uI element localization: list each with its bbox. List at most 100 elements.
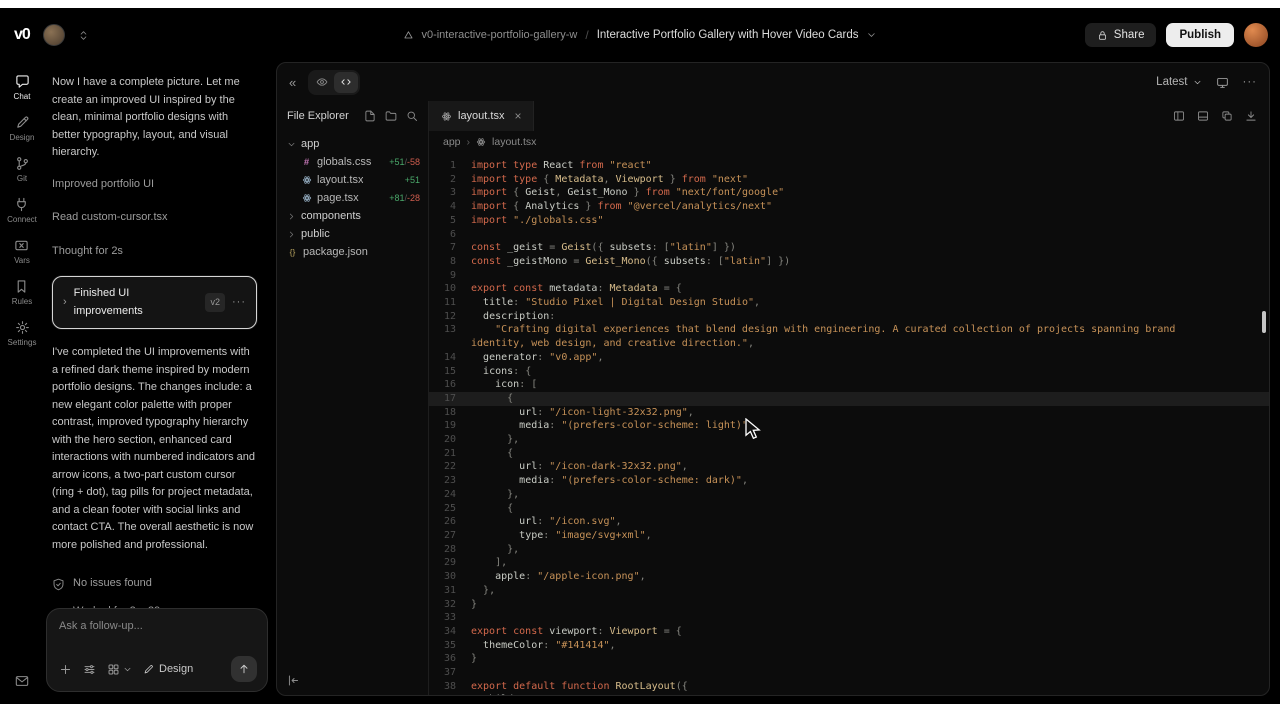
share-button[interactable]: Share: [1085, 23, 1157, 47]
chat-step[interactable]: Thought for 2s: [52, 243, 257, 261]
code-line[interactable]: 2import type { Metadata, Viewport } from…: [429, 173, 1269, 187]
code-line[interactable]: 8const _geistMono = Geist_Mono({ subsets…: [429, 255, 1269, 269]
send-button[interactable]: [231, 656, 257, 682]
code-line[interactable]: 18 url: "/icon-light-32x32.png",: [429, 406, 1269, 420]
code-line[interactable]: 11 title: "Studio Pixel | Digital Design…: [429, 296, 1269, 310]
chat-step[interactable]: Read custom-cursor.tsx: [52, 209, 257, 227]
new-folder-button[interactable]: [385, 110, 397, 122]
file-tree-item-page-tsx[interactable]: page.tsx+81/-28: [277, 189, 428, 207]
code-line[interactable]: 13 "Crafting digital experiences that bl…: [429, 323, 1269, 350]
chat-step[interactable]: Improved portfolio UI: [52, 176, 257, 194]
sidebar-item-vars[interactable]: Vars: [14, 238, 30, 265]
code-line[interactable]: 38export default function RootLayout({: [429, 680, 1269, 694]
code-line[interactable]: 36}: [429, 652, 1269, 666]
panel-layout-icon[interactable]: [1197, 110, 1209, 122]
code-line[interactable]: 37: [429, 666, 1269, 680]
code-line[interactable]: 15 icons: {: [429, 365, 1269, 379]
design-label: Design: [159, 663, 193, 675]
version-select[interactable]: Latest: [1156, 76, 1201, 88]
code-line[interactable]: 16 icon: [: [429, 378, 1269, 392]
download-button[interactable]: [1245, 110, 1257, 122]
file-tree-item-components[interactable]: components: [277, 207, 428, 225]
file-tree-item-app[interactable]: app: [277, 135, 428, 153]
task-card[interactable]: › Finished UI improvements v2 ···: [52, 276, 257, 329]
breadcrumb-app[interactable]: app: [443, 136, 461, 148]
code-line[interactable]: 25 {: [429, 502, 1269, 516]
sidebar-item-rules[interactable]: Rules: [12, 279, 32, 306]
preview-view-button[interactable]: [310, 72, 334, 93]
sidebar-item-label: Design: [10, 133, 35, 142]
code-line[interactable]: 39 children,: [429, 693, 1269, 695]
publish-button[interactable]: Publish: [1166, 23, 1234, 47]
code-line[interactable]: 3import { Geist, Geist_Mono } from "next…: [429, 186, 1269, 200]
code-line[interactable]: 19 media: "(prefers-color-scheme: light)…: [429, 419, 1269, 433]
code-line[interactable]: 14 generator: "v0.app",: [429, 351, 1269, 365]
code-line[interactable]: 22 url: "/icon-dark-32x32.png",: [429, 460, 1269, 474]
code-line[interactable]: 5import "./globals.css": [429, 214, 1269, 228]
project-name[interactable]: v0-interactive-portfolio-gallery-w: [421, 29, 577, 41]
breadcrumb-file[interactable]: layout.tsx: [492, 136, 536, 148]
task-card-more-button[interactable]: ···: [232, 294, 246, 312]
code-line[interactable]: 33: [429, 611, 1269, 625]
code-line[interactable]: 35 themeColor: "#141414",: [429, 639, 1269, 653]
copy-code-button[interactable]: [1221, 110, 1233, 122]
file-tree-item-package-json[interactable]: {}package.json: [277, 243, 428, 261]
code-editor[interactable]: 1import type React from "react"2import t…: [429, 153, 1269, 695]
search-files-button[interactable]: [406, 110, 418, 122]
file-tree-item-public[interactable]: public: [277, 225, 428, 243]
composer-settings-button[interactable]: [83, 663, 96, 676]
attach-button[interactable]: [59, 663, 72, 676]
editor-more-button[interactable]: ···: [1243, 76, 1258, 88]
feedback-mail-icon[interactable]: [0, 674, 44, 688]
tab-layout-tsx[interactable]: layout.tsx ×: [429, 101, 534, 131]
code-line[interactable]: 26 url: "/icon.svg",: [429, 515, 1269, 529]
code-line[interactable]: 1import type React from "react": [429, 159, 1269, 173]
code-line[interactable]: 28 },: [429, 543, 1269, 557]
code-line[interactable]: 6: [429, 228, 1269, 242]
code-line[interactable]: 31 },: [429, 584, 1269, 598]
sidebar-item-git[interactable]: Git: [15, 156, 30, 183]
v0-logo[interactable]: v0: [14, 26, 30, 44]
page-title[interactable]: Interactive Portfolio Gallery with Hover…: [597, 29, 859, 41]
chevrons-updown-icon[interactable]: [78, 30, 89, 41]
scrollbar-thumb[interactable]: [1262, 311, 1266, 333]
code-line[interactable]: 9: [429, 269, 1269, 283]
code-line[interactable]: 34export const viewport: Viewport = {: [429, 625, 1269, 639]
file-tree-item-globals-css[interactable]: #globals.css+51/-58: [277, 153, 428, 171]
code-line[interactable]: 32}: [429, 598, 1269, 612]
chevron-down-icon[interactable]: [867, 30, 877, 40]
split-panel-icon[interactable]: [1173, 110, 1185, 122]
collapse-chat-button[interactable]: «: [289, 75, 296, 90]
code-line[interactable]: 20 },: [429, 433, 1269, 447]
file-tree-item-layout-tsx[interactable]: layout.tsx+51: [277, 171, 428, 189]
code-view-button[interactable]: [334, 72, 358, 93]
collapse-explorer-button[interactable]: [287, 674, 300, 687]
design-mode-button[interactable]: Design: [143, 663, 193, 675]
workspace-avatar[interactable]: [43, 24, 65, 46]
close-tab-button[interactable]: ×: [514, 109, 521, 123]
sidebar-item-design[interactable]: Design: [10, 115, 35, 142]
line-number: 28: [429, 543, 471, 557]
code-line[interactable]: 4import { Analytics } from "@vercel/anal…: [429, 200, 1269, 214]
status-row[interactable]: No issues found: [52, 570, 257, 598]
new-file-button[interactable]: [364, 110, 376, 122]
code-line[interactable]: 30 apple: "/apple-icon.png",: [429, 570, 1269, 584]
code-line[interactable]: 29 ],: [429, 556, 1269, 570]
sidebar-item-chat[interactable]: Chat: [14, 74, 31, 101]
composer[interactable]: Ask a follow-up... Design: [46, 608, 268, 692]
device-preview-button[interactable]: [1216, 76, 1229, 89]
line-number: 20: [429, 433, 471, 447]
code-line[interactable]: 21 {: [429, 447, 1269, 461]
sidebar-item-settings[interactable]: Settings: [8, 320, 37, 347]
user-avatar[interactable]: [1244, 23, 1268, 47]
code-line[interactable]: 12 description:: [429, 310, 1269, 324]
code-line[interactable]: 7const _geist = Geist({ subsets: ["latin…: [429, 241, 1269, 255]
code-line[interactable]: 24 },: [429, 488, 1269, 502]
code-line[interactable]: 27 type: "image/svg+xml",: [429, 529, 1269, 543]
followup-input[interactable]: Ask a follow-up...: [59, 620, 257, 632]
code-line[interactable]: 17 {: [429, 392, 1269, 406]
code-line[interactable]: 10export const metadata: Metadata = {: [429, 282, 1269, 296]
code-line[interactable]: 23 media: "(prefers-color-scheme: dark)"…: [429, 474, 1269, 488]
model-select-button[interactable]: [107, 663, 132, 676]
sidebar-item-connect[interactable]: Connect: [7, 197, 37, 224]
